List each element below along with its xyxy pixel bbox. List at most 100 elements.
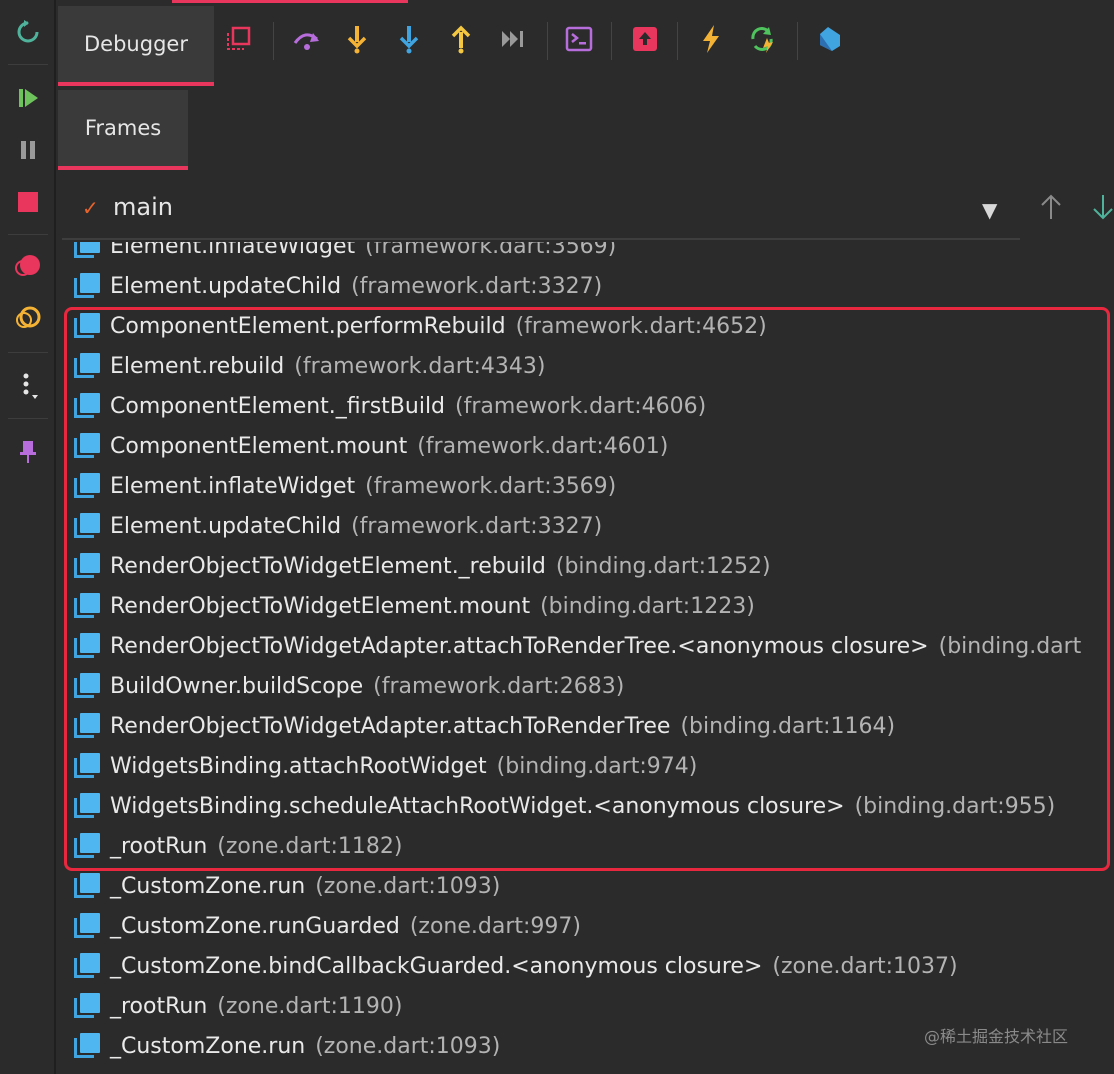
- stack-frame-icon: [74, 473, 100, 499]
- view-breakpoints-icon[interactable]: [14, 252, 42, 280]
- frame-row[interactable]: _CustomZone.runGuarded (zone.dart:997): [56, 906, 1114, 946]
- dart-devtools-icon[interactable]: [812, 22, 846, 56]
- frames-tab-bar: Frames: [56, 86, 1114, 176]
- frame-row[interactable]: _CustomZone.bindCallbackGuarded.<anonymo…: [56, 946, 1114, 986]
- dropdown-arrow-icon[interactable]: ▼: [982, 198, 997, 222]
- frame-row[interactable]: Element.updateChild (framework.dart:3327): [56, 506, 1114, 546]
- separator: [547, 22, 548, 60]
- stack-frame-icon: [74, 393, 100, 419]
- stack-frame-icon: [74, 242, 100, 259]
- hot-reload-icon[interactable]: [694, 22, 728, 56]
- stack-frame-icon: [74, 633, 100, 659]
- frame-method: Element.inflateWidget: [110, 473, 356, 499]
- thread-selector[interactable]: ✓ main ▼: [56, 176, 1114, 242]
- pin-icon[interactable]: [14, 438, 42, 466]
- stop-icon[interactable]: [14, 188, 42, 216]
- frame-method: Element.inflateWidget: [110, 242, 356, 259]
- frame-location: (framework.dart:3327): [351, 513, 603, 539]
- frame-method: RenderObjectToWidgetElement._rebuild: [110, 553, 546, 579]
- frame-location: (framework.dart:3569): [365, 473, 617, 499]
- frame-row[interactable]: WidgetsBinding.scheduleAttachRootWidget.…: [56, 786, 1114, 826]
- frame-row[interactable]: _rootRun (zone.dart:1182): [56, 826, 1114, 866]
- separator: [611, 22, 612, 60]
- frame-location: (framework.dart:3327): [351, 273, 603, 299]
- next-frame-arrow-icon[interactable]: [1090, 192, 1114, 222]
- frame-location: (framework.dart:3569): [365, 242, 617, 259]
- frame-row[interactable]: ComponentElement.performRebuild (framewor…: [56, 306, 1114, 346]
- frame-row[interactable]: _rootRun (zone.dart:1190): [56, 986, 1114, 1026]
- frame-row[interactable]: WidgetsBinding.attachRootWidget (binding.…: [56, 746, 1114, 786]
- frame-location: (binding.dart:1223): [540, 593, 755, 619]
- more-options-icon[interactable]: [14, 372, 42, 400]
- active-accent-bar: [172, 0, 408, 3]
- frame-method: RenderObjectToWidgetAdapter.attachToRend…: [110, 633, 929, 659]
- frame-method: WidgetsBinding.scheduleAttachRootWidget.…: [110, 793, 845, 819]
- frame-location: (binding.dart:1164): [680, 713, 896, 739]
- stack-frame-icon: [74, 953, 100, 979]
- frame-row[interactable]: BuildOwner.buildScope (framework.dart:268…: [56, 666, 1114, 706]
- frame-row[interactable]: ComponentElement._firstBuild (framework.d…: [56, 386, 1114, 426]
- frame-method: ComponentElement._firstBuild: [110, 393, 446, 419]
- frame-row[interactable]: ComponentElement.mount (framework.dart:46…: [56, 426, 1114, 466]
- step-out-icon[interactable]: [444, 22, 478, 56]
- frame-row[interactable]: Element.rebuild (framework.dart:4343): [56, 346, 1114, 386]
- frame-method: RenderObjectToWidgetElement.mount: [110, 593, 531, 619]
- pause-icon[interactable]: [14, 136, 42, 164]
- frame-location: (zone.dart:1093): [315, 873, 501, 899]
- separator: [8, 352, 48, 353]
- hot-restart-icon[interactable]: [628, 22, 662, 56]
- step-into-icon[interactable]: [340, 22, 374, 56]
- stack-frame-icon: [74, 713, 100, 739]
- separator: [8, 234, 48, 235]
- debugger-window: Debugger Frames ✓ main ▼ Element.inflate…: [0, 0, 1114, 1074]
- previous-frame-arrow-icon[interactable]: [1038, 192, 1064, 222]
- rerun-icon[interactable]: [14, 18, 42, 46]
- force-step-into-icon[interactable]: [392, 22, 426, 56]
- separator: [8, 418, 48, 419]
- tab-debugger[interactable]: Debugger: [58, 6, 214, 86]
- evaluate-expression-icon[interactable]: [562, 22, 596, 56]
- frame-location: (framework.dart:4606): [455, 393, 707, 419]
- frame-location: (binding.dart:974): [496, 753, 698, 779]
- show-execution-point-icon[interactable]: [222, 22, 256, 56]
- reload-changed-icon[interactable]: [746, 22, 780, 56]
- frame-list: Element.inflateWidget (framework.dart:356…: [56, 242, 1114, 1074]
- frame-method: RenderObjectToWidgetAdapter.attachToRend…: [110, 713, 671, 739]
- stack-frame-icon: [74, 513, 100, 539]
- frame-location: (zone.dart:997): [409, 913, 581, 939]
- top-toolbar: Debugger: [56, 0, 1114, 86]
- resume-icon[interactable]: [14, 84, 42, 112]
- step-over-icon[interactable]: [290, 22, 324, 56]
- stack-frame-icon: [74, 873, 100, 899]
- frame-method: WidgetsBinding.attachRootWidget: [110, 753, 487, 779]
- frame-location: (zone.dart:1182): [217, 833, 403, 859]
- stack-frame-icon: [74, 273, 100, 299]
- frame-location: (zone.dart:1037): [772, 953, 958, 979]
- separator: [8, 64, 48, 65]
- frame-row[interactable]: Element.updateChild (framework.dart:3327): [56, 266, 1114, 306]
- tab-frames[interactable]: Frames: [58, 90, 188, 170]
- stack-frame-icon: [74, 913, 100, 939]
- frame-method: _CustomZone.run: [110, 1033, 306, 1059]
- separator: [677, 22, 678, 60]
- run-to-cursor-icon[interactable]: [496, 22, 530, 56]
- stack-frame-icon: [74, 833, 100, 859]
- frame-method: _rootRun: [110, 833, 208, 859]
- frame-method: Element.updateChild: [110, 273, 342, 299]
- stack-frame-icon: [74, 1033, 100, 1059]
- frame-location: (zone.dart:1093): [315, 1033, 501, 1059]
- frame-method: _CustomZone.run: [110, 873, 306, 899]
- frame-row[interactable]: RenderObjectToWidgetElement._rebuild (bin…: [56, 546, 1114, 586]
- thread-selector-underline: [62, 238, 1020, 240]
- frame-row[interactable]: Element.inflateWidget (framework.dart:356…: [56, 242, 1114, 266]
- mute-breakpoints-icon[interactable]: [14, 304, 42, 332]
- frame-row[interactable]: RenderObjectToWidgetAdapter.attachToRend…: [56, 706, 1114, 746]
- frame-row[interactable]: Element.inflateWidget (framework.dart:356…: [56, 466, 1114, 506]
- stack-frame-icon: [74, 993, 100, 1019]
- frame-row[interactable]: _CustomZone.run (zone.dart:1093): [56, 866, 1114, 906]
- checkmark-icon: ✓: [82, 196, 99, 220]
- frame-location: (binding.dart:955): [854, 793, 1056, 819]
- stack-frame-icon: [74, 673, 100, 699]
- frame-row[interactable]: RenderObjectToWidgetAdapter.attachToRend…: [56, 626, 1114, 666]
- frame-row[interactable]: RenderObjectToWidgetElement.mount (bindin…: [56, 586, 1114, 626]
